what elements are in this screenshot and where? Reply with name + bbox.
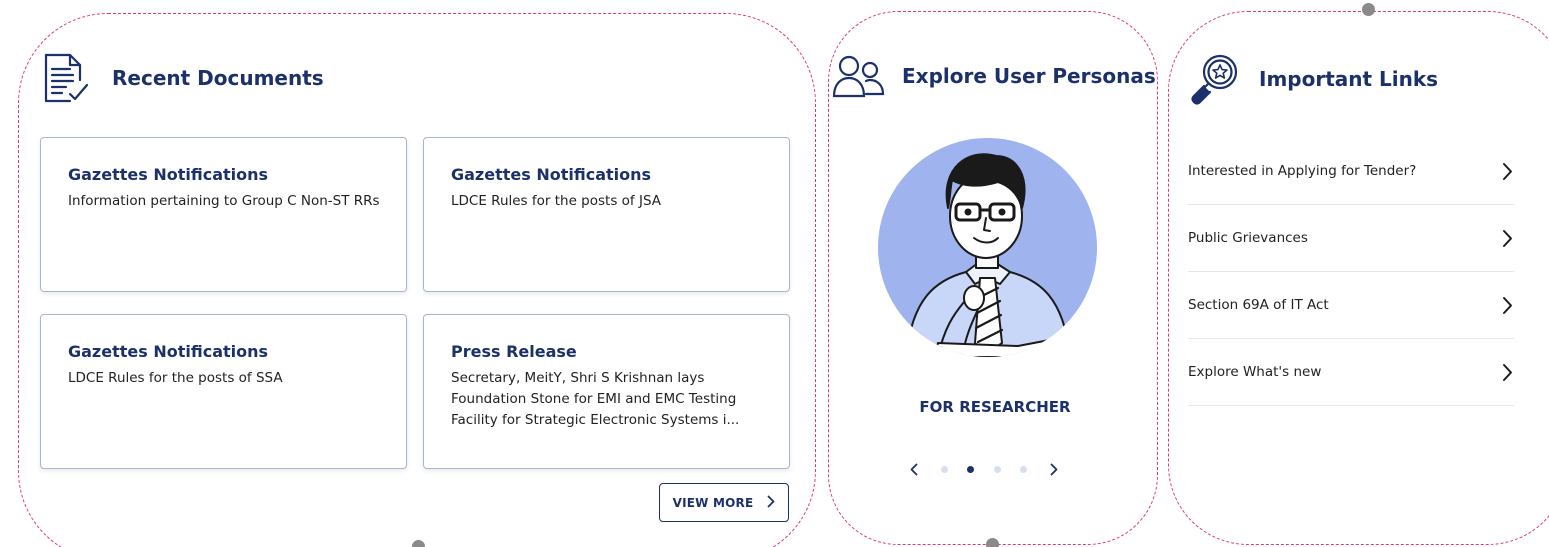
document-card-description: LDCE Rules for the posts of SSA <box>68 370 283 386</box>
important-link-label: Public Grievances <box>1188 230 1308 246</box>
important-links-title: Important Links <box>1259 67 1439 91</box>
document-card-description: Secretary, MeitY, Shri S Krishnan lays F… <box>451 370 740 428</box>
carousel-dot[interactable] <box>1019 465 1027 473</box>
carousel-prev-button[interactable] <box>906 457 922 481</box>
important-link-item[interactable]: Explore What's new <box>1188 339 1514 406</box>
document-card-title: Press Release <box>451 342 577 361</box>
chevron-right-icon <box>1500 161 1514 181</box>
document-card[interactable]: Gazettes Notifications Information perta… <box>40 137 407 292</box>
persona-avatar <box>878 138 1097 357</box>
important-links-header: Important Links <box>1188 52 1438 106</box>
recent-documents-header: Recent Documents <box>40 52 324 104</box>
document-check-icon <box>40 52 90 104</box>
resize-handle[interactable] <box>412 540 425 547</box>
chevron-right-icon <box>1500 228 1514 248</box>
user-personas-header: Explore User Personas <box>832 54 1156 98</box>
persona-carousel <box>906 457 1062 481</box>
view-more-label: VIEW MORE <box>672 495 754 510</box>
document-card-description: LDCE Rules for the posts of JSA <box>451 193 661 209</box>
view-more-button[interactable]: VIEW MORE <box>659 483 789 522</box>
carousel-dot-active[interactable] <box>967 465 975 473</box>
users-icon <box>832 54 886 98</box>
recent-documents-title: Recent Documents <box>112 66 324 90</box>
important-link-item[interactable]: Section 69A of IT Act <box>1188 272 1514 339</box>
resize-handle[interactable] <box>1362 3 1375 16</box>
resize-handle[interactable] <box>986 538 999 547</box>
document-card-description: Information pertaining to Group C Non-ST… <box>68 193 380 209</box>
important-link-item[interactable]: Interested in Applying for Tender? <box>1188 138 1514 205</box>
carousel-dot[interactable] <box>941 465 949 473</box>
chevron-left-icon <box>910 463 918 475</box>
document-card-title: Gazettes Notifications <box>451 165 652 184</box>
search-star-icon <box>1188 52 1240 106</box>
chevron-right-icon <box>1500 362 1514 382</box>
carousel-next-button[interactable] <box>1046 457 1062 481</box>
document-card[interactable]: Press Release Secretary, MeitY, Shri S K… <box>423 314 790 469</box>
important-link-label: Explore What's new <box>1188 364 1322 380</box>
important-link-label: Interested in Applying for Tender? <box>1188 163 1417 179</box>
user-personas-title: Explore User Personas <box>902 64 1156 88</box>
document-card-title: Gazettes Notifications <box>68 342 269 361</box>
document-card-title: Gazettes Notifications <box>68 165 269 184</box>
important-link-item[interactable]: Public Grievances <box>1188 205 1514 272</box>
document-card[interactable]: Gazettes Notifications LDCE Rules for th… <box>40 314 407 469</box>
important-link-label: Section 69A of IT Act <box>1188 297 1329 313</box>
chevron-right-icon <box>1050 463 1058 475</box>
persona-label: FOR RESEARCHER <box>919 398 1071 416</box>
carousel-dot[interactable] <box>993 465 1001 473</box>
chevron-right-icon <box>1500 295 1514 315</box>
document-card[interactable]: Gazettes Notifications LDCE Rules for th… <box>423 137 790 292</box>
chevron-right-icon <box>767 493 775 512</box>
